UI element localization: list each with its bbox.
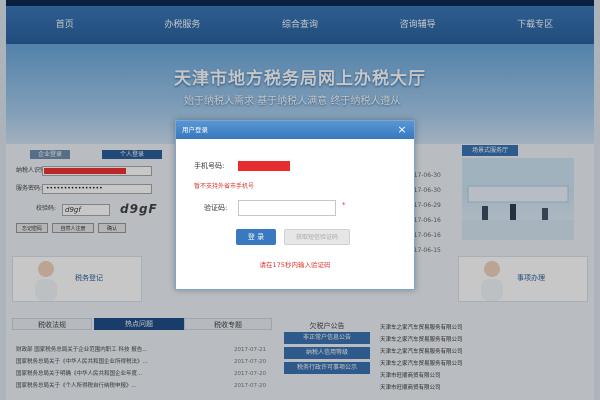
get-code-button[interactable]: 获取短信验证码 bbox=[284, 229, 350, 245]
required-mark: * bbox=[342, 201, 346, 209]
countdown-tip: 请在175秒内输入验证码 bbox=[259, 261, 331, 269]
phone-value-redacted bbox=[238, 161, 290, 171]
phone-label: 手机号码: bbox=[194, 162, 225, 170]
dialog-header: 用户登录 × bbox=[176, 121, 414, 139]
login-button[interactable]: 登 录 bbox=[236, 229, 276, 245]
login-dialog: 用户登录 × 手机号码: 暂不支持外省市手机号 验证码: * 登 录 获取短信验… bbox=[175, 120, 415, 290]
close-icon[interactable]: × bbox=[396, 124, 408, 136]
dialog-title: 用户登录 bbox=[182, 126, 208, 134]
code-label: 验证码: bbox=[204, 204, 228, 212]
phone-warning: 暂不支持外省市手机号 bbox=[194, 183, 255, 190]
verification-code-input[interactable] bbox=[238, 200, 336, 216]
